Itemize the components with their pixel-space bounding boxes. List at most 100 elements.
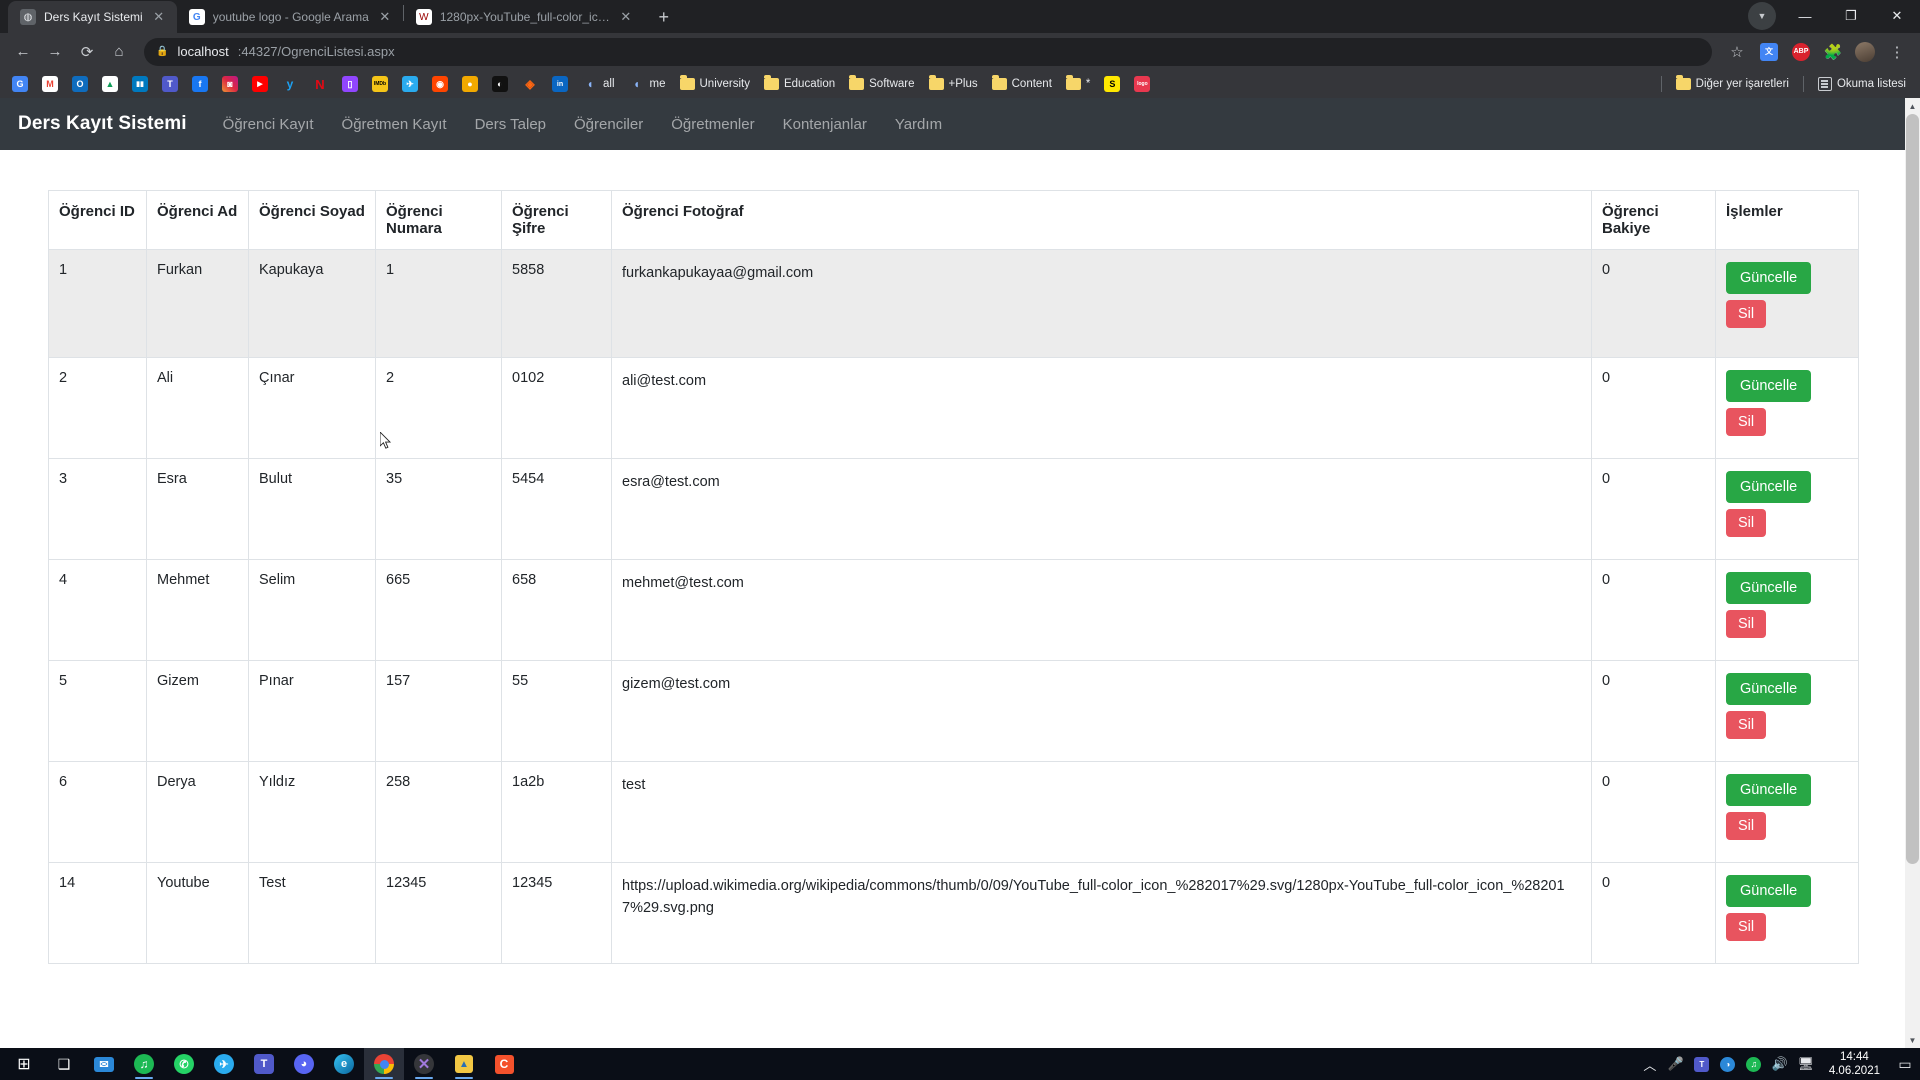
mail-icon[interactable]: ✉ [84,1048,124,1080]
bookmark-folder-content[interactable]: Content [986,75,1058,92]
bookmark-item-me[interactable]: ◖ me [623,74,672,94]
other-bookmarks-button[interactable]: Diğer yer işaretleri [1670,75,1795,92]
task-view-button[interactable]: ❑ [44,1048,84,1080]
volume-icon[interactable]: 🔊 [1767,1048,1793,1080]
bookmark-item[interactable]: ✈ [396,74,424,94]
security-tray-icon[interactable]: ◑ [1715,1048,1741,1080]
update-button[interactable]: Güncelle [1726,774,1812,806]
bookmark-item[interactable]: in [546,74,574,94]
bookmark-item[interactable]: N [306,74,334,94]
discord-icon[interactable]: ◕ [284,1048,324,1080]
telegram-icon[interactable]: ✈ [204,1048,244,1080]
scroll-down-arrow[interactable]: ▼ [1905,1032,1920,1048]
home-icon[interactable]: ⌂ [104,37,134,67]
address-bar[interactable]: 🔒 localhost:44327/OgrenciListesi.aspx [144,37,1712,66]
microsoft-teams-icon[interactable]: T [244,1048,284,1080]
minimize-button[interactable]: — [1782,0,1828,32]
whatsapp-icon[interactable]: ✆ [164,1048,204,1080]
bookmark-item[interactable]: ◙ [216,74,244,94]
bookmark-item[interactable]: ◉ [426,74,454,94]
google-chrome-icon[interactable] [364,1048,404,1080]
microphone-icon[interactable]: 🎤 [1663,1048,1689,1080]
bookmark-item[interactable]: f [186,74,214,94]
delete-button[interactable]: Sil [1726,610,1767,638]
update-button[interactable]: Güncelle [1726,370,1812,402]
close-window-button[interactable]: ✕ [1874,0,1920,32]
bookmark-item[interactable]: logo [1128,74,1156,94]
camtasia-icon[interactable]: C [484,1048,524,1080]
nav-ogretmenler[interactable]: Öğretmenler [657,116,768,133]
bookmark-item[interactable]: IMDb [366,74,394,94]
bookmark-item[interactable]: ▶ [246,74,274,94]
nav-yardim[interactable]: Yardım [881,116,956,133]
bookmark-item[interactable]: O [66,74,94,94]
microsoft-edge-icon[interactable]: e [324,1048,364,1080]
start-button[interactable]: ⊞ [4,1048,44,1080]
nav-ogrenciler[interactable]: Öğrenciler [560,116,657,133]
bookmark-item[interactable]: ▲ [96,74,124,94]
adblock-plus-icon[interactable]: ABP [1786,37,1816,67]
bookmark-item[interactable]: ◐ [486,74,514,94]
bookmark-item[interactable]: M [36,74,64,94]
app-brand[interactable]: Ders Kayıt Sistemi [18,113,187,135]
show-hidden-icons[interactable]: ︿ [1637,1048,1663,1080]
bookmark-item[interactable]: G [6,74,34,94]
bookmark-item[interactable]: ◈ [516,74,544,94]
update-button[interactable]: Güncelle [1726,471,1812,503]
bookmark-item[interactable]: T [156,74,184,94]
bookmark-item-all[interactable]: ◖ all [576,74,621,94]
bookmark-folder-star[interactable]: * [1060,75,1096,92]
delete-button[interactable]: Sil [1726,509,1767,537]
nav-kontenjanlar[interactable]: Kontenjanlar [769,116,881,133]
chrome-menu-icon[interactable]: ⋮ [1882,37,1912,67]
update-button[interactable]: Güncelle [1726,875,1812,907]
taskbar-clock[interactable]: 14:44 4.06.2021 [1819,1050,1890,1078]
bookmark-item[interactable]: ● [456,74,484,94]
teams-tray-icon[interactable]: T [1689,1048,1715,1080]
visual-studio-icon[interactable]: ✕ [404,1048,444,1080]
bookmark-item[interactable]: ▮▮ [126,74,154,94]
bookmark-star-icon[interactable]: ☆ [1722,37,1752,67]
update-button[interactable]: Güncelle [1726,262,1812,294]
tab-1280px-youtube-icon[interactable]: W 1280px-YouTube_full-color_icon_ ✕ [404,1,644,33]
bookmark-item[interactable]: y [276,74,304,94]
update-button[interactable]: Güncelle [1726,673,1812,705]
spotify-tray-icon[interactable]: ♫ [1741,1048,1767,1080]
bookmark-folder-university[interactable]: University [674,75,756,92]
new-tab-button[interactable]: + [650,3,678,31]
extensions-puzzle-icon[interactable]: 🧩 [1818,37,1848,67]
bookmark-item[interactable]: S [1098,74,1126,94]
forward-icon[interactable]: → [40,37,70,67]
delete-button[interactable]: Sil [1726,408,1767,436]
maximize-button[interactable]: ❐ [1828,0,1874,32]
delete-button[interactable]: Sil [1726,300,1767,328]
scrollbar-thumb[interactable] [1906,114,1919,864]
close-icon[interactable]: ✕ [151,9,167,25]
page-scrollbar[interactable]: ▲ ▼ [1905,98,1920,1048]
close-icon[interactable]: ✕ [377,9,393,25]
spotify-icon[interactable]: ♫ [124,1048,164,1080]
bookmark-folder-plus[interactable]: +Plus [923,75,984,92]
profile-avatar[interactable] [1850,37,1880,67]
delete-button[interactable]: Sil [1726,711,1767,739]
download-icon[interactable]: ▼ [1748,2,1776,30]
tab-ders-kayit-sistemi[interactable]: ◍ Ders Kayıt Sistemi ✕ [8,1,177,33]
scroll-up-arrow[interactable]: ▲ [1905,98,1920,114]
delete-button[interactable]: Sil [1726,913,1767,941]
nav-ders-talep[interactable]: Ders Talep [461,116,560,133]
delete-button[interactable]: Sil [1726,812,1767,840]
tab-youtube-logo-google-arama[interactable]: G youtube logo - Google Arama ✕ [177,1,403,33]
nav-ogretmen-kayit[interactable]: Öğretmen Kayıt [328,116,461,133]
network-icon[interactable]: 🖥 [1793,1048,1819,1080]
bookmark-folder-education[interactable]: Education [758,75,841,92]
bookmark-item[interactable]: ▯ [336,74,364,94]
nav-ogrenci-kayit[interactable]: Öğrenci Kayıt [209,116,328,133]
google-translate-icon[interactable]: 文 [1754,37,1784,67]
close-icon[interactable]: ✕ [618,9,634,25]
back-icon[interactable]: ← [8,37,38,67]
app-icon[interactable]: ▲ [444,1048,484,1080]
reload-icon[interactable]: ⟳ [72,37,102,67]
update-button[interactable]: Güncelle [1726,572,1812,604]
notification-icon[interactable]: ▭ [1890,1048,1920,1080]
bookmark-folder-software[interactable]: Software [843,75,920,92]
